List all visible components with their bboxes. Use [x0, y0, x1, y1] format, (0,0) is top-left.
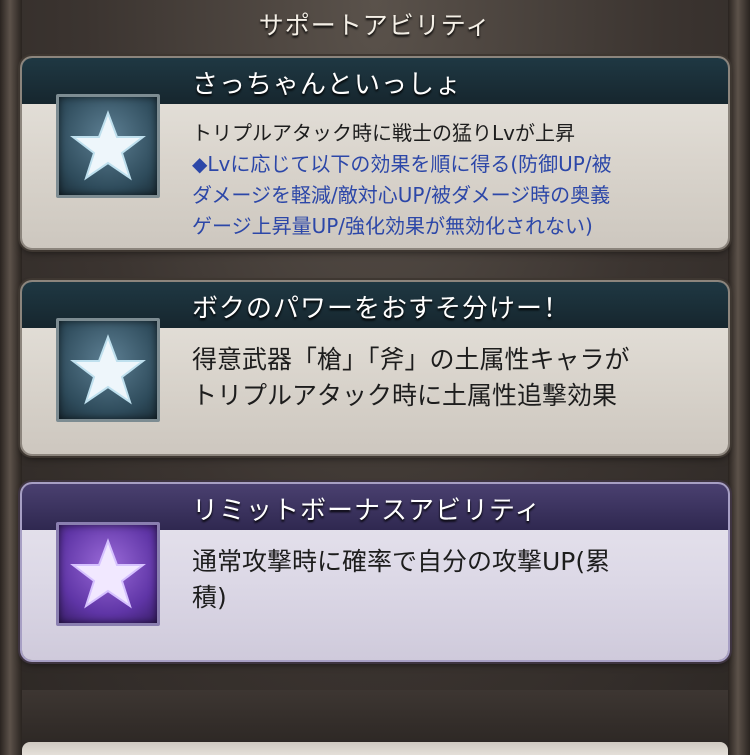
ability-description: 通常攻撃時に確率で自分の攻撃UP(累 積) — [192, 544, 610, 616]
frame-right-border — [728, 0, 750, 755]
description-line: トリプルアタック時に土属性追撃効果 — [192, 381, 618, 410]
ability-panel: サポートアビリティ さっちゃんといっしょ トリプルアタック時に戦士の猛りLvが上… — [0, 0, 750, 755]
ability-card-2[interactable]: ボクのパワーをおすそ分けー！ 得意武器「槍」「斧」の土属性キャラが トリプルアタ… — [22, 282, 728, 454]
description-line: トリプルアタック時に戦士の猛りLvが上昇 — [192, 121, 575, 145]
ability-card-limit-bonus[interactable]: リミットボーナスアビリティ 通常攻撃時に確率で自分の攻撃UP(累 積) — [22, 484, 728, 660]
star-icon — [56, 94, 160, 198]
ability-card-1[interactable]: さっちゃんといっしょ トリプルアタック時に戦士の猛りLvが上昇 ◆Lvに応じて以… — [22, 58, 728, 248]
ability-description: トリプルアタック時に戦士の猛りLvが上昇 ◆Lvに応じて以下の効果を順に得る(防… — [192, 118, 612, 242]
next-card-edge — [22, 742, 728, 755]
star-icon — [56, 522, 160, 626]
ability-name: さっちゃんといっしょ — [192, 70, 463, 100]
description-line: 得意武器「槍」「斧」の土属性キャラが — [192, 345, 630, 374]
ability-name: ボクのパワーをおすそ分けー！ — [192, 294, 571, 324]
description-line: 積) — [192, 583, 227, 612]
description-line: ゲージ上昇量UP/強化効果が無効化されない) — [192, 214, 593, 238]
panel-title: サポートアビリティ — [258, 11, 492, 40]
panel-header: サポートアビリティ — [0, 0, 750, 48]
ability-name: リミットボーナスアビリティ — [192, 496, 542, 526]
description-line: ダメージを軽減/敵対心UP/被ダメージ時の奥義 — [192, 183, 611, 207]
description-line: 通常攻撃時に確率で自分の攻撃UP(累 — [192, 547, 611, 576]
frame-left-border — [0, 0, 22, 755]
star-icon — [56, 318, 160, 422]
ability-description: 得意武器「槍」「斧」の土属性キャラが トリプルアタック時に土属性追撃効果 — [192, 342, 630, 414]
description-line: ◆Lvに応じて以下の効果を順に得る(防御UP/被 — [192, 152, 612, 176]
